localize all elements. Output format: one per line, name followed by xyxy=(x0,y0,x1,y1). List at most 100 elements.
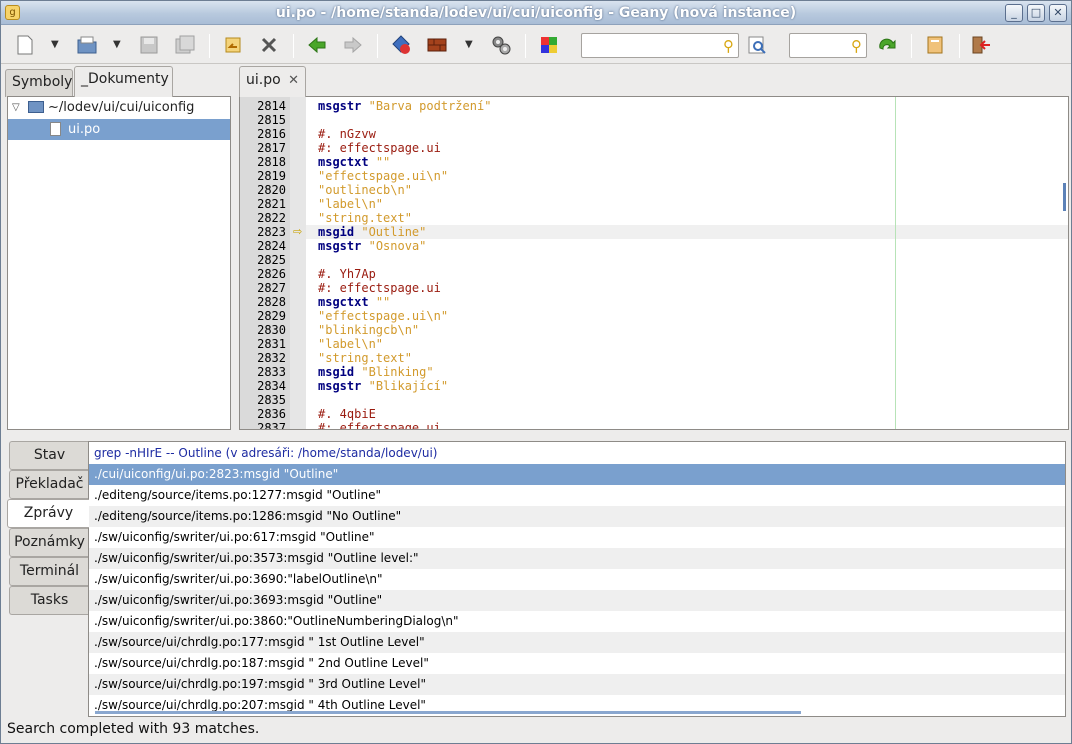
close-file-button[interactable] xyxy=(255,32,283,58)
new-file-dropdown[interactable]: ▼ xyxy=(51,36,61,54)
close-window-button[interactable]: ✕ xyxy=(1049,4,1067,22)
line-number: 2823 xyxy=(257,225,286,239)
code-editor[interactable]: 2814 2815 2816 2817 2818 2819 2820 2821 2822 2823… xyxy=(239,96,1069,430)
expander-triangle-icon[interactable]: ▽ xyxy=(12,97,20,118)
find-magnifier-icon xyxy=(748,36,766,54)
tree-file-label: ui.po xyxy=(68,122,101,137)
long-line-marker xyxy=(895,97,896,429)
editor-scrollbar[interactable] xyxy=(1063,183,1066,211)
code-line[interactable]: "effectspage.ui\n" xyxy=(318,309,1058,323)
bottom-tab-tasks[interactable]: Tasks xyxy=(9,586,89,615)
goto-line-input[interactable]: ⚲ xyxy=(789,33,867,58)
code-line[interactable]: msgstr "Osnova" xyxy=(318,239,1058,253)
code-line[interactable]: #: effectspage.ui xyxy=(318,141,1058,155)
tree-file-row[interactable]: ui.po xyxy=(8,119,230,140)
toolbar-separator xyxy=(209,34,210,58)
code-line[interactable]: "label\n" xyxy=(318,197,1058,211)
open-file-button[interactable] xyxy=(73,32,101,58)
line-number: 2820 xyxy=(257,183,286,197)
revert-button[interactable] xyxy=(219,32,247,58)
bottom-tab-poznamky[interactable]: Poznámky xyxy=(9,528,89,557)
close-tab-icon[interactable]: ✕ xyxy=(288,73,299,88)
message-row[interactable]: ./editeng/source/items.po:1277:msgid "Ou… xyxy=(89,485,1065,506)
search-input[interactable]: ⚲ xyxy=(581,33,739,58)
message-row[interactable]: ./sw/source/ui/chrdlg.po:197:msgid " 3rd… xyxy=(89,674,1065,695)
compile-button[interactable] xyxy=(387,32,415,58)
clear-goto-icon[interactable]: ⚲ xyxy=(851,37,862,55)
preferences-button[interactable] xyxy=(921,32,949,58)
minimize-button[interactable]: _ xyxy=(1005,4,1023,22)
clear-search-icon[interactable]: ⚲ xyxy=(723,37,734,55)
line-number: 2822 xyxy=(257,211,286,225)
code-line[interactable]: #. Yh7Ap xyxy=(318,267,1058,281)
gears-icon xyxy=(492,36,511,55)
tab-ui-po[interactable]: ui.po ✕ xyxy=(239,66,306,97)
save-button[interactable] xyxy=(135,32,163,58)
title-bar[interactable]: g ui.po - /home/standa/lodev/ui/cui/uico… xyxy=(1,1,1071,25)
line-number: 2826 xyxy=(257,267,286,281)
save-all-button[interactable] xyxy=(171,32,199,58)
code-line[interactable]: #: effectspage.ui xyxy=(318,421,1058,429)
open-file-dropdown[interactable]: ▼ xyxy=(113,36,123,54)
line-number: 2825 xyxy=(257,253,286,267)
message-row[interactable]: ./sw/uiconfig/swriter/ui.po:617:msgid "O… xyxy=(89,527,1065,548)
quit-button[interactable] xyxy=(967,32,995,58)
messages-horizontal-scrollbar[interactable] xyxy=(95,711,801,714)
code-line[interactable]: #: effectspage.ui xyxy=(318,281,1058,295)
message-row[interactable]: ./sw/source/ui/chrdlg.po:177:msgid " 1st… xyxy=(89,632,1065,653)
code-line[interactable]: msgctxt "" xyxy=(318,295,1058,309)
code-line[interactable]: msgid "Outline" xyxy=(318,225,1058,239)
code-line[interactable]: msgstr "Blikající" xyxy=(318,379,1058,393)
run-button[interactable] xyxy=(487,32,515,58)
code-line[interactable]: #. nGzvw xyxy=(318,127,1058,141)
message-row[interactable]: ./editeng/source/items.po:1286:msgid "No… xyxy=(89,506,1065,527)
comment-token: #: effectspage.ui xyxy=(318,141,441,155)
code-line[interactable]: "effectspage.ui\n" xyxy=(318,169,1058,183)
back-button[interactable] xyxy=(303,32,331,58)
code-line[interactable]: "blinkingcb\n" xyxy=(318,323,1058,337)
message-row[interactable]: ./sw/uiconfig/swriter/ui.po:3690:"labelO… xyxy=(89,569,1065,590)
grep-command-row[interactable]: grep -nHIrE -- Outline (v adresáři: /hom… xyxy=(89,443,1065,464)
revert-icon xyxy=(225,37,241,53)
maximize-button[interactable]: □ xyxy=(1027,4,1045,22)
message-row[interactable]: ./sw/uiconfig/swriter/ui.po:3693:msgid "… xyxy=(89,590,1065,611)
string-token: "" xyxy=(375,155,391,169)
code-line[interactable]: #. 4qbiE xyxy=(318,407,1058,421)
keyword-token: msgctxt xyxy=(318,155,369,169)
message-row[interactable]: ./sw/uiconfig/swriter/ui.po:3860:"Outlin… xyxy=(89,611,1065,632)
code-area[interactable]: msgstr "Barva podtržení" #. nGzvw #: effec… xyxy=(306,97,1068,429)
bottom-tab-terminal[interactable]: Terminál xyxy=(9,557,89,586)
code-line[interactable]: "label\n" xyxy=(318,337,1058,351)
find-button[interactable] xyxy=(743,32,771,58)
pane-splitter[interactable] xyxy=(1,431,1071,439)
bottom-tab-zpravy[interactable]: Zprávy xyxy=(7,499,89,528)
code-line[interactable]: msgstr "Barva podtržení" xyxy=(318,99,1058,113)
code-line[interactable]: msgid "Blinking" xyxy=(318,365,1058,379)
code-line[interactable]: "outlinecb\n" xyxy=(318,183,1058,197)
comment-token: #. Yh7Ap xyxy=(318,267,376,281)
goto-line-button[interactable] xyxy=(873,32,901,58)
bottom-tab-prekladac[interactable]: Překladač xyxy=(9,470,89,499)
forward-button[interactable] xyxy=(339,32,367,58)
tab-symbols[interactable]: Symboly xyxy=(5,69,73,97)
messages-list[interactable]: grep -nHIrE -- Outline (v adresáři: /hom… xyxy=(88,441,1066,717)
tree-folder-row[interactable]: ▽ ~/lodev/ui/cui/uiconfig xyxy=(8,97,230,118)
code-line[interactable]: "string.text" xyxy=(318,211,1058,225)
build-brick-icon xyxy=(427,38,447,52)
line-number: 2819 xyxy=(257,169,286,183)
tab-documents[interactable]: _Dokumenty xyxy=(74,66,173,97)
code-line[interactable]: "string.text" xyxy=(318,351,1058,365)
color-chooser-button[interactable] xyxy=(535,32,563,58)
current-line-marker-icon: ⇨ xyxy=(293,225,303,238)
message-row[interactable]: ./cui/uiconfig/ui.po:2823:msgid "Outline… xyxy=(89,464,1065,485)
code-line[interactable]: msgctxt "" xyxy=(318,155,1058,169)
build-button[interactable] xyxy=(423,32,451,58)
new-file-button[interactable] xyxy=(11,32,39,58)
editor-tab-label: ui.po xyxy=(246,72,281,88)
build-dropdown[interactable]: ▼ xyxy=(465,36,475,54)
string-token: "label\n" xyxy=(318,197,384,211)
message-row[interactable]: ./sw/source/ui/chrdlg.po:187:msgid " 2nd… xyxy=(89,653,1065,674)
message-row[interactable]: ./sw/uiconfig/swriter/ui.po:3573:msgid "… xyxy=(89,548,1065,569)
bottom-tab-stav[interactable]: Stav xyxy=(9,441,89,470)
